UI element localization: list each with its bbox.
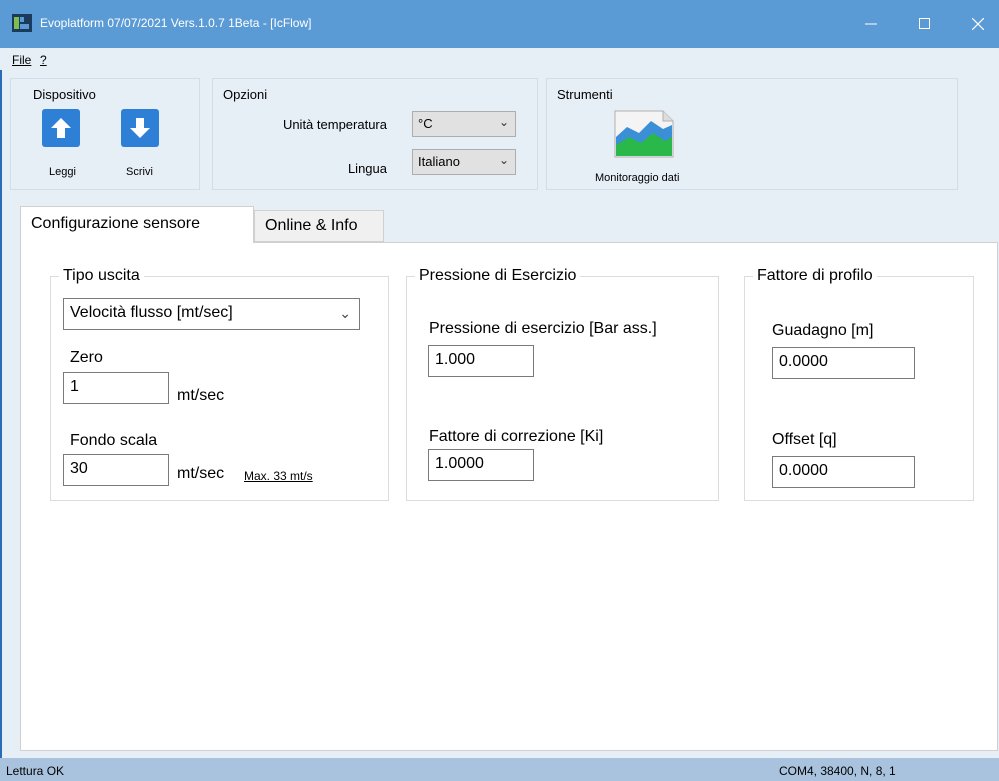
offset-label: Offset [q] (772, 431, 837, 448)
menu-help[interactable]: ? (40, 53, 47, 67)
language-select[interactable]: Italiano ⌄ (412, 149, 516, 175)
read-label: Leggi (49, 166, 76, 178)
profilo-title: Fattore di profilo (753, 267, 877, 285)
monitor-label[interactable]: Monitoraggio dati (595, 172, 679, 184)
menu-bar: File ? (0, 48, 999, 70)
arrow-up-icon (51, 118, 71, 138)
write-button[interactable] (121, 109, 159, 147)
pressure-label: Pressione di esercizio [Bar ass.] (429, 320, 657, 337)
tab-content-configurazione: Tipo uscita Velocità flusso [mt/sec] ⌄ Z… (20, 242, 998, 751)
close-icon (972, 18, 984, 30)
temp-unit-value: °C (418, 116, 433, 131)
gain-input[interactable]: 0.0000 (772, 347, 915, 379)
temp-unit-label: Unità temperatura (282, 117, 387, 132)
tipo-uscita-group: Tipo uscita Velocità flusso [mt/sec] ⌄ Z… (50, 267, 389, 501)
pressione-group: Pressione di Esercizio Pressione di eser… (406, 267, 719, 501)
connection-info: COM4, 38400, N, 8, 1 (779, 764, 896, 778)
max-value-link[interactable]: Max. 33 mt/s (244, 469, 313, 483)
maximize-button[interactable] (902, 0, 948, 48)
tipo-uscita-title: Tipo uscita (59, 267, 144, 285)
write-label: Scrivi (126, 166, 153, 178)
fullscale-unit: mt/sec (177, 465, 225, 482)
window-title: Evoplatform 07/07/2021 Vers.1.0.7 1Beta … (40, 16, 312, 30)
gain-label: Guadagno [m] (772, 322, 874, 339)
strumenti-title: Strumenti (557, 87, 613, 102)
chevron-down-icon: ⌄ (498, 115, 509, 129)
chevron-down-icon: ⌄ (498, 153, 509, 167)
fullscale-label: Fondo scala (70, 432, 158, 449)
pressione-title: Pressione di Esercizio (415, 267, 581, 285)
profilo-group: Fattore di profilo Guadagno [m] 0.0000 O… (744, 267, 974, 501)
app-logo-icon (12, 14, 32, 32)
minimize-icon (865, 23, 877, 25)
pressure-input[interactable]: 1.000 (428, 345, 534, 377)
opzioni-panel: Opzioni Unità temperatura °C ⌄ Lingua It… (212, 78, 538, 190)
language-label: Lingua (347, 161, 387, 176)
fullscale-input[interactable]: 30 (63, 454, 169, 486)
status-text: Lettura OK (6, 764, 65, 778)
read-button[interactable] (42, 109, 80, 147)
chevron-down-icon: ⌄ (339, 305, 351, 321)
minimize-button[interactable] (848, 0, 894, 48)
zero-unit: mt/sec (177, 387, 225, 404)
tab-configurazione-sensore[interactable]: Configurazione sensore (20, 206, 254, 243)
correction-input[interactable]: 1.0000 (428, 449, 534, 481)
title-bar: Evoplatform 07/07/2021 Vers.1.0.7 1Beta … (0, 0, 999, 48)
arrow-down-icon (130, 118, 150, 138)
output-type-value: Velocità flusso [mt/sec] (70, 304, 233, 321)
output-type-select[interactable]: Velocità flusso [mt/sec] ⌄ (63, 298, 360, 330)
zero-label: Zero (70, 349, 103, 366)
status-bar: Lettura OK COM4, 38400, N, 8, 1 (0, 758, 999, 781)
close-button[interactable] (955, 0, 999, 48)
tab-online-info[interactable]: Online & Info (254, 210, 384, 242)
offset-input[interactable]: 0.0000 (772, 456, 915, 488)
opzioni-title: Opzioni (223, 87, 268, 102)
tab-control: Configurazione sensore Online & Info Tip… (10, 206, 998, 751)
strumenti-panel: Strumenti Monitoraggio dati (546, 78, 958, 190)
dispositivo-title: Dispositivo (33, 87, 96, 102)
temp-unit-select[interactable]: °C ⌄ (412, 111, 516, 137)
chart-monitor-icon[interactable] (613, 107, 675, 159)
window-left-border (0, 70, 2, 758)
correction-label: Fattore di correzione [Ki] (429, 428, 604, 445)
dispositivo-panel: Dispositivo Leggi Scrivi (10, 78, 200, 190)
zero-input[interactable]: 1 (63, 372, 169, 404)
maximize-icon (919, 18, 930, 29)
language-value: Italiano (418, 154, 460, 169)
menu-file[interactable]: File (12, 53, 31, 67)
